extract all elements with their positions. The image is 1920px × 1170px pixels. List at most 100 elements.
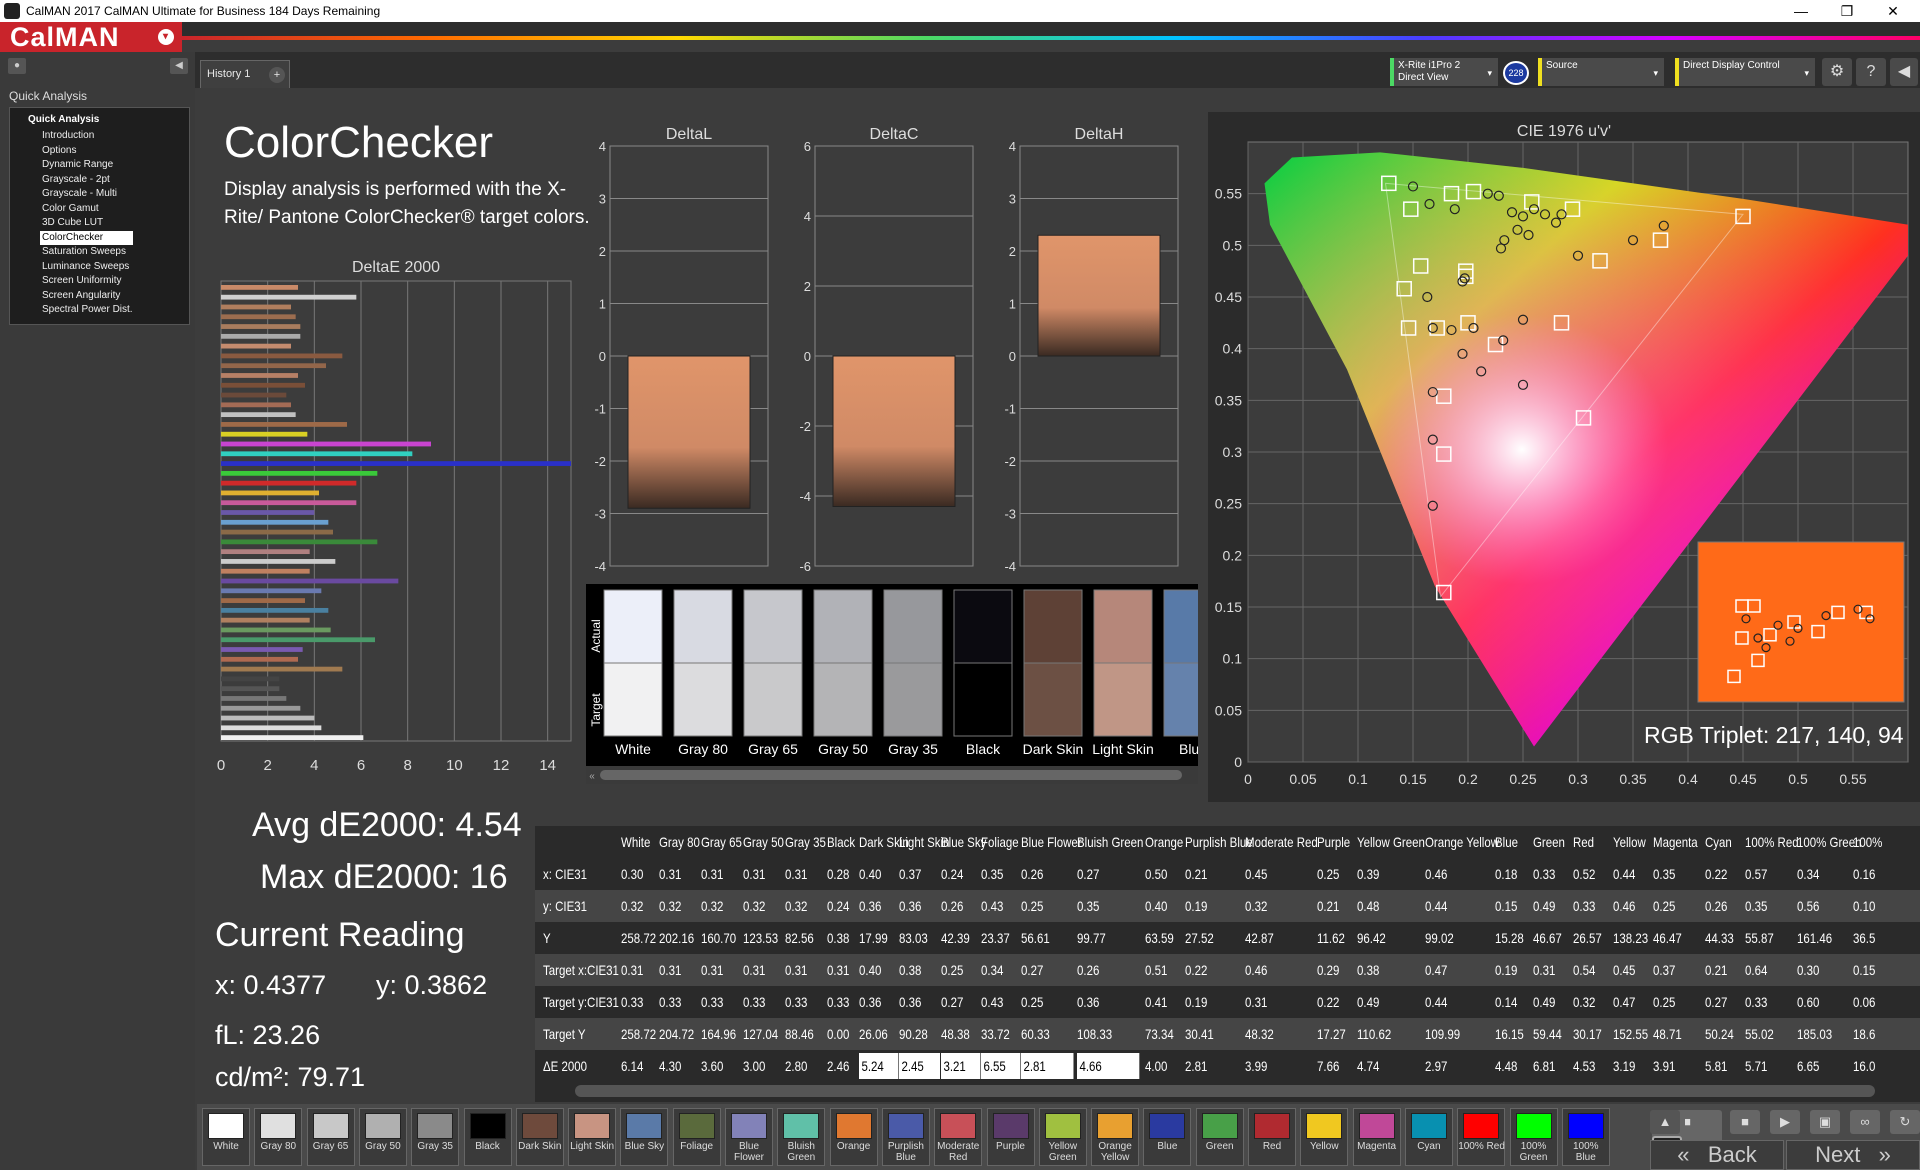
swatch-bluish-green[interactable]: Bluish Green bbox=[777, 1108, 826, 1166]
brand-dropdown-icon[interactable]: ▾ bbox=[158, 29, 174, 45]
deltac-title: DeltaC bbox=[870, 126, 919, 143]
swatch-purple[interactable]: Purple bbox=[986, 1108, 1035, 1166]
swatch-foliage[interactable]: Foliage bbox=[672, 1108, 721, 1166]
tick-label: -2 bbox=[799, 419, 811, 434]
table-cell: 55.87 bbox=[1745, 930, 1774, 946]
next-button[interactable]: Next » bbox=[1786, 1140, 1920, 1170]
swatch-magenta[interactable]: Magenta bbox=[1352, 1108, 1401, 1166]
swatch-orange-yellow[interactable]: Orange Yellow bbox=[1091, 1108, 1140, 1166]
loop-icon[interactable]: ∞ bbox=[1850, 1110, 1880, 1134]
swatch-moderate-red[interactable]: Moderate Red bbox=[934, 1108, 983, 1166]
cie-x-tick: 0.25 bbox=[1509, 771, 1536, 787]
swatch-gray-35[interactable]: Gray 35 bbox=[411, 1108, 460, 1166]
panel-collapse-icon[interactable]: ◀ bbox=[1890, 58, 1918, 86]
sidebar-item-grayscale-2pt[interactable]: Grayscale - 2pt bbox=[42, 173, 133, 188]
close-button[interactable]: ✕ bbox=[1870, 0, 1916, 22]
swatch-blue-flower[interactable]: Blue Flower bbox=[725, 1108, 773, 1166]
display-selector[interactable]: Direct Display Control ▾ bbox=[1675, 58, 1815, 86]
table-cell: 0.36 bbox=[899, 994, 922, 1010]
swatch-color bbox=[574, 1113, 611, 1139]
table-cell: 0.31 bbox=[659, 962, 682, 978]
swatch-black[interactable]: Black bbox=[463, 1108, 512, 1166]
table-cell: 0.36 bbox=[1077, 994, 1100, 1010]
back-button[interactable]: « Back bbox=[1650, 1140, 1784, 1170]
swatch-orange[interactable]: Orange bbox=[829, 1108, 878, 1166]
header-strip bbox=[182, 22, 1920, 36]
swatch-gray-50[interactable]: Gray 50 bbox=[358, 1108, 407, 1166]
sidebar-item-colorchecker[interactable]: ColorChecker bbox=[40, 230, 133, 245]
refresh-icon[interactable]: ↻ bbox=[1890, 1110, 1920, 1134]
tick-label: -2 bbox=[594, 454, 606, 469]
minimize-button[interactable]: — bbox=[1778, 0, 1824, 22]
scrollbar-thumb[interactable] bbox=[575, 1085, 1875, 1097]
deltah-title: DeltaH bbox=[1075, 126, 1124, 143]
sidebar-item-saturation-sweeps[interactable]: Saturation Sweeps bbox=[42, 245, 133, 260]
swatch-blue-sky[interactable]: Blue Sky bbox=[620, 1108, 669, 1166]
settings-gear-icon[interactable]: ⚙ bbox=[1822, 58, 1852, 86]
table-cell: 99.02 bbox=[1425, 930, 1454, 946]
swatch-dark-skin[interactable]: Dark Skin bbox=[515, 1108, 564, 1166]
swatch-red[interactable]: Red bbox=[1248, 1108, 1296, 1166]
sidebar-item-luminance-sweeps[interactable]: Luminance Sweeps bbox=[42, 260, 133, 275]
sidebar-item-screen-angularity[interactable]: Screen Angularity bbox=[42, 289, 133, 304]
deltac-chart: DeltaC 6 4 2 0 -2 -4 -6 bbox=[799, 126, 974, 574]
swatch-color bbox=[835, 1113, 872, 1139]
row-label: Target x:CIE31 bbox=[543, 962, 619, 978]
table-cell: 0.27 bbox=[941, 994, 964, 1010]
arrow-up-icon[interactable]: ▲ bbox=[1650, 1110, 1680, 1134]
restore-button[interactable]: ❐ bbox=[1824, 0, 1870, 22]
swatch-gray-80[interactable]: Gray 80 bbox=[254, 1108, 303, 1166]
help-icon[interactable]: ? bbox=[1856, 58, 1886, 86]
swatch-purplish-blue[interactable]: Purplish Blue bbox=[881, 1108, 930, 1166]
swatch-100-blue[interactable]: 100% Blue bbox=[1561, 1108, 1610, 1166]
table-cell: 0.32 bbox=[785, 898, 808, 914]
swatch-100-green[interactable]: 100% Green bbox=[1509, 1108, 1558, 1166]
patch-scrollbar-thumb[interactable] bbox=[600, 770, 1182, 780]
sidebar-item-introduction[interactable]: Introduction bbox=[42, 129, 133, 144]
table-cell: 82.56 bbox=[785, 930, 814, 946]
brand-logo[interactable]: CalMAN ▾ bbox=[0, 22, 182, 52]
sidebar-item-screen-uniformity[interactable]: Screen Uniformity bbox=[42, 274, 133, 289]
sidebar-item-dynamic-range[interactable]: Dynamic Range bbox=[42, 158, 133, 173]
table-cell: 60.33 bbox=[1021, 1026, 1050, 1042]
sidebar-collapse-icon[interactable]: ◀ bbox=[170, 58, 188, 74]
tick-label: 4 bbox=[599, 139, 606, 154]
stop-measure-icon[interactable]: ■ bbox=[1730, 1110, 1760, 1134]
swatch-green[interactable]: Green bbox=[1195, 1108, 1244, 1166]
tick-label: -3 bbox=[1004, 507, 1016, 522]
table-row: Target y:CIE31 0.33 0.33 0.33 0.33 0.33 0.33 0.… bbox=[535, 986, 1920, 1018]
table-cell: 0.33 bbox=[827, 994, 850, 1010]
tick-label: 2 bbox=[804, 279, 811, 294]
save-icon[interactable]: ▣ bbox=[1810, 1110, 1840, 1134]
column-header: Cyan bbox=[1705, 834, 1732, 850]
table-cell: 6.55 bbox=[981, 1053, 1021, 1079]
tick-label: 0 bbox=[804, 349, 811, 364]
source-selector[interactable]: Source ▾ bbox=[1538, 58, 1664, 86]
swatch-color bbox=[992, 1113, 1029, 1139]
sidebar-pin-icon[interactable]: ● bbox=[8, 58, 26, 74]
swatch-label: White bbox=[213, 1141, 239, 1152]
swatch-light-skin[interactable]: Light Skin bbox=[568, 1108, 617, 1166]
swatch-white[interactable]: White bbox=[202, 1108, 250, 1166]
app-icon bbox=[4, 3, 20, 19]
swatch-gray-65[interactable]: Gray 65 bbox=[306, 1108, 355, 1166]
play-icon[interactable]: ▶ bbox=[1770, 1110, 1800, 1134]
table-cell: 0.00 bbox=[827, 1026, 850, 1042]
sidebar-item-grayscale-multi[interactable]: Grayscale - Multi bbox=[42, 187, 133, 202]
sidebar-item-options[interactable]: Options bbox=[42, 144, 133, 159]
swatch-blue[interactable]: Blue bbox=[1143, 1108, 1192, 1166]
sidebar-item-color-gamut[interactable]: Color Gamut bbox=[42, 202, 133, 217]
tab-history-1[interactable]: History 1 + bbox=[200, 60, 290, 88]
sidebar-item-3d-cube-lut[interactable]: 3D Cube LUT bbox=[42, 216, 133, 231]
table-scrollbar[interactable] bbox=[535, 1080, 1920, 1102]
tick-label: 0 bbox=[599, 349, 606, 364]
table-cell: 0.30 bbox=[621, 866, 644, 882]
swatch-yellow[interactable]: Yellow bbox=[1300, 1108, 1349, 1166]
swatch-cyan[interactable]: Cyan bbox=[1404, 1108, 1453, 1166]
swatch-yellow-green[interactable]: Yellow Green bbox=[1038, 1108, 1087, 1166]
tree-group-quick-analysis[interactable]: Quick Analysis bbox=[28, 114, 99, 125]
add-tab-icon[interactable]: + bbox=[269, 67, 285, 83]
sidebar-item-spectral-power-dist-[interactable]: Spectral Power Dist. bbox=[42, 303, 133, 318]
swatch-100-red[interactable]: 100% Red bbox=[1457, 1108, 1506, 1166]
meter-selector[interactable]: X-Rite i1Pro 2 Direct View ▾ bbox=[1390, 58, 1498, 86]
